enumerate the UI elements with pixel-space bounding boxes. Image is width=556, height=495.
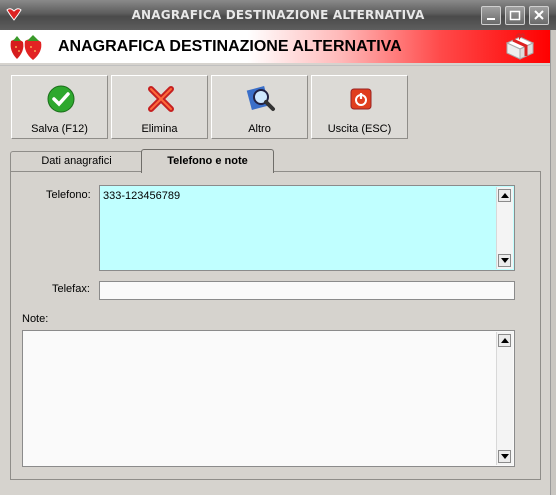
save-label: Salva (F12) xyxy=(31,123,88,135)
strawberries-icon xyxy=(10,35,42,60)
arrow-down-icon xyxy=(501,258,509,263)
note-field[interactable] xyxy=(22,330,515,467)
header-title: ANAGRAFICA DESTINAZIONE ALTERNATIVA xyxy=(58,38,402,55)
scroll-down-button[interactable] xyxy=(498,450,511,463)
arrow-up-icon xyxy=(501,193,509,198)
scroll-up-button[interactable] xyxy=(498,334,511,347)
scroll-down-button[interactable] xyxy=(498,254,511,267)
maximize-button[interactable] xyxy=(505,6,525,25)
checkmark-icon xyxy=(47,85,75,113)
background-window-edge xyxy=(550,30,556,495)
magnifier-icon xyxy=(246,86,275,111)
tab-telefono-e-note[interactable]: Telefono e note xyxy=(141,149,274,173)
scroll-up-button[interactable] xyxy=(498,189,511,202)
note-scrollbar[interactable] xyxy=(496,332,513,465)
red-x-icon xyxy=(148,86,174,112)
tab-dati-anagrafici[interactable]: Dati anagrafici xyxy=(10,151,143,171)
exit-button[interactable]: Uscita (ESC) xyxy=(311,75,408,139)
delete-label: Elimina xyxy=(141,123,178,135)
exit-label: Uscita (ESC) xyxy=(327,123,392,135)
minimize-button[interactable] xyxy=(481,6,501,25)
note-label: Note: xyxy=(22,313,49,325)
close-button[interactable] xyxy=(529,6,549,25)
telefono-label: Telefono: xyxy=(46,189,91,201)
telefono-scrollbar[interactable] xyxy=(496,187,513,269)
window-title: ANAGRAFICA DESTINAZIONE ALTERNATIVA xyxy=(131,8,425,22)
other-label: Altro xyxy=(248,123,271,135)
arrow-down-icon xyxy=(501,454,509,459)
title-bar[interactable]: ANAGRAFICA DESTINAZIONE ALTERNATIVA xyxy=(0,0,556,30)
maximize-icon xyxy=(509,10,521,21)
telefax-field[interactable] xyxy=(99,281,515,300)
delete-button[interactable]: Elimina xyxy=(111,75,208,139)
save-button[interactable]: Salva (F12) xyxy=(11,75,108,139)
other-button[interactable]: Altro xyxy=(211,75,308,139)
telefono-value: 333-123456789 xyxy=(103,190,181,202)
arrow-up-icon xyxy=(501,338,509,343)
minimize-icon xyxy=(487,18,495,20)
power-icon xyxy=(350,88,372,110)
gift-box-icon xyxy=(505,33,535,60)
telefono-field[interactable]: 333-123456789 xyxy=(99,185,515,271)
close-icon xyxy=(534,10,544,20)
telefax-label: Telefax: xyxy=(52,283,90,295)
header-banner: ANAGRAFICA DESTINAZIONE ALTERNATIVA xyxy=(0,30,550,63)
